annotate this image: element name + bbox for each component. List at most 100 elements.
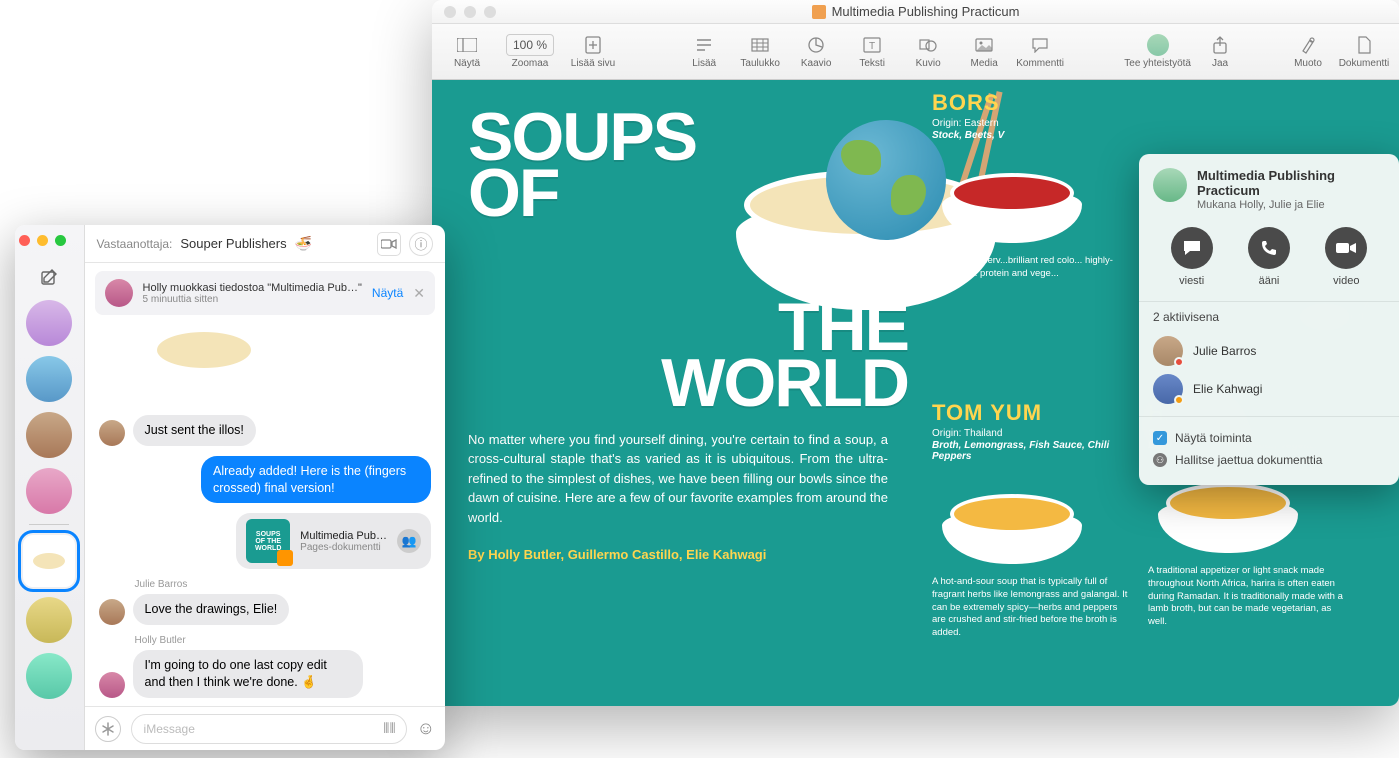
sidebar-divider bbox=[29, 524, 69, 525]
document-title: Multimedia Publishing Practicum bbox=[832, 4, 1020, 19]
compose-button[interactable] bbox=[36, 264, 62, 290]
message-bubble-incoming[interactable]: I'm going to do one last copy edit and t… bbox=[133, 650, 363, 698]
sender-label: Julie Barros bbox=[135, 579, 431, 590]
table-icon bbox=[749, 34, 771, 56]
messages-main-pane: Vastaanottaja: Souper Publishers 🍜 ⓘ Hol… bbox=[85, 225, 445, 750]
notify-text: Holly muokkasi tiedostoa "Multimedia Pub… bbox=[143, 282, 362, 294]
conversation-avatar-selected[interactable] bbox=[23, 535, 75, 587]
conversation-avatar-7[interactable] bbox=[26, 653, 72, 699]
doc-intro-text: No matter where you find yourself dining… bbox=[468, 430, 888, 528]
chart-icon bbox=[805, 34, 827, 56]
conversation-avatar-6[interactable] bbox=[26, 597, 72, 643]
chart-button[interactable]: Kaavio bbox=[789, 27, 843, 77]
conversation-avatar-3[interactable] bbox=[26, 412, 72, 458]
media-button[interactable]: Media bbox=[957, 27, 1011, 77]
pages-doc-icon bbox=[812, 5, 826, 19]
message-document-attachment[interactable]: SOUPSOF THEWORLD Multimedia Pub… Pages-d… bbox=[236, 513, 431, 569]
collab-message-button[interactable]: viesti bbox=[1171, 227, 1213, 287]
to-label: Vastaanottaja: bbox=[97, 237, 173, 251]
media-icon bbox=[973, 34, 995, 56]
collaboration-badge-icon: 👥 bbox=[397, 529, 421, 553]
emoji-picker-button[interactable]: ☺ bbox=[417, 718, 435, 739]
manage-shared-doc-button[interactable]: ⚇ Hallitse jaettua dokumenttia bbox=[1153, 449, 1385, 471]
notify-close-button[interactable]: ✕ bbox=[413, 285, 425, 302]
conversation-avatar-2[interactable] bbox=[26, 356, 72, 402]
doc-main-title: SOUPS OF bbox=[468, 110, 696, 222]
zoom-button[interactable]: 100 % Zoomaa bbox=[496, 27, 564, 77]
document-canvas[interactable]: SOUPS OF THE WORLD No matter where you f… bbox=[432, 80, 1399, 706]
facetime-video-button[interactable] bbox=[377, 232, 401, 256]
document-icon bbox=[1353, 34, 1375, 56]
comment-icon bbox=[1029, 34, 1051, 56]
fullscreen-window-button[interactable] bbox=[484, 6, 496, 18]
info-button[interactable]: ⓘ bbox=[409, 232, 433, 256]
collab-title: Multimedia Publishing Practicum bbox=[1197, 168, 1385, 198]
message-bubble-incoming[interactable]: Love the drawings, Elie! bbox=[133, 594, 290, 625]
audio-message-icon[interactable]: ⦀⦀ bbox=[383, 720, 395, 737]
message-bubble-outgoing[interactable]: Already added! Here is the (fingers cros… bbox=[201, 456, 431, 504]
avatar bbox=[99, 420, 125, 446]
avatar bbox=[99, 672, 125, 698]
pages-titlebar[interactable]: Multimedia Publishing Practicum bbox=[432, 0, 1399, 24]
shape-button[interactable]: Kuvio bbox=[901, 27, 955, 77]
text-icon: T bbox=[861, 34, 883, 56]
collaborate-avatar-icon bbox=[1147, 34, 1169, 56]
message-icon bbox=[1171, 227, 1213, 269]
collab-person-elie[interactable]: Elie Kahwagi bbox=[1153, 370, 1385, 408]
input-placeholder: iMessage bbox=[144, 722, 195, 736]
avatar bbox=[99, 599, 125, 625]
collab-video-button[interactable]: video bbox=[1325, 227, 1367, 287]
document-button[interactable]: Dokumentti bbox=[1337, 27, 1391, 77]
view-button[interactable]: Näytä bbox=[440, 27, 494, 77]
video-icon bbox=[1325, 227, 1367, 269]
messages-sidebar bbox=[15, 225, 85, 750]
close-window-button[interactable] bbox=[19, 235, 30, 246]
show-activity-checkbox-row[interactable]: ✓ Näytä toiminta bbox=[1153, 427, 1385, 449]
insert-icon bbox=[693, 34, 715, 56]
message-attachment-image[interactable] bbox=[135, 331, 265, 405]
add-page-button[interactable]: Lisää sivu bbox=[566, 27, 620, 77]
view-icon bbox=[456, 34, 478, 56]
checkbox-checked-icon: ✓ bbox=[1153, 431, 1167, 445]
table-button[interactable]: Taulukko bbox=[733, 27, 787, 77]
fullscreen-window-button[interactable] bbox=[55, 235, 66, 246]
close-window-button[interactable] bbox=[444, 6, 456, 18]
collaborate-button[interactable]: Tee yhteistyötä bbox=[1124, 27, 1191, 77]
collab-doc-avatar bbox=[1153, 168, 1187, 202]
apps-button[interactable] bbox=[95, 716, 121, 742]
share-icon bbox=[1209, 34, 1231, 56]
recipient-name: Souper Publishers bbox=[180, 236, 286, 251]
svg-text:T: T bbox=[869, 41, 875, 52]
comment-button[interactable]: Kommentti bbox=[1013, 27, 1067, 77]
conversation-avatar-4[interactable] bbox=[26, 468, 72, 514]
people-icon: ⚇ bbox=[1153, 453, 1167, 467]
avatar-elie bbox=[1153, 374, 1183, 404]
minimize-window-button[interactable] bbox=[464, 6, 476, 18]
format-button[interactable]: Muoto bbox=[1281, 27, 1335, 77]
compose-icon bbox=[40, 268, 58, 286]
collab-audio-button[interactable]: ääni bbox=[1248, 227, 1290, 287]
window-controls bbox=[19, 235, 66, 246]
format-icon bbox=[1297, 34, 1319, 56]
conversation-avatar-1[interactable] bbox=[26, 300, 72, 346]
message-bubble-incoming[interactable]: Just sent the illos! bbox=[133, 415, 256, 446]
notify-avatar bbox=[105, 279, 133, 307]
pages-file-icon: SOUPSOF THEWORLD bbox=[246, 519, 290, 563]
share-button[interactable]: Jaa bbox=[1193, 27, 1247, 77]
soup-card-tomyum: TOM YUM Origin: Thailand Broth, Lemongra… bbox=[932, 400, 1132, 640]
collaboration-popover: Multimedia Publishing Practicum Mukana H… bbox=[1139, 154, 1399, 485]
text-button[interactable]: T Teksti bbox=[845, 27, 899, 77]
notify-show-button[interactable]: Näytä bbox=[372, 286, 403, 300]
message-input-bar: iMessage ⦀⦀ ☺ bbox=[85, 706, 445, 750]
tomyum-illustration bbox=[932, 474, 1092, 564]
avatar-julie bbox=[1153, 336, 1183, 366]
message-input-field[interactable]: iMessage ⦀⦀ bbox=[131, 714, 407, 744]
borscht-illustration bbox=[932, 153, 1092, 243]
collab-person-julie[interactable]: Julie Barros bbox=[1153, 332, 1385, 370]
minimize-window-button[interactable] bbox=[37, 235, 48, 246]
active-count-label: 2 aktiivisena bbox=[1153, 310, 1385, 324]
pages-toolbar: Näytä 100 % Zoomaa Lisää sivu Lisää Taul… bbox=[432, 24, 1399, 80]
message-thread[interactable]: Just sent the illos! Already added! Here… bbox=[85, 323, 445, 706]
insert-button[interactable]: Lisää bbox=[677, 27, 731, 77]
messages-header: Vastaanottaja: Souper Publishers 🍜 ⓘ bbox=[85, 225, 445, 263]
